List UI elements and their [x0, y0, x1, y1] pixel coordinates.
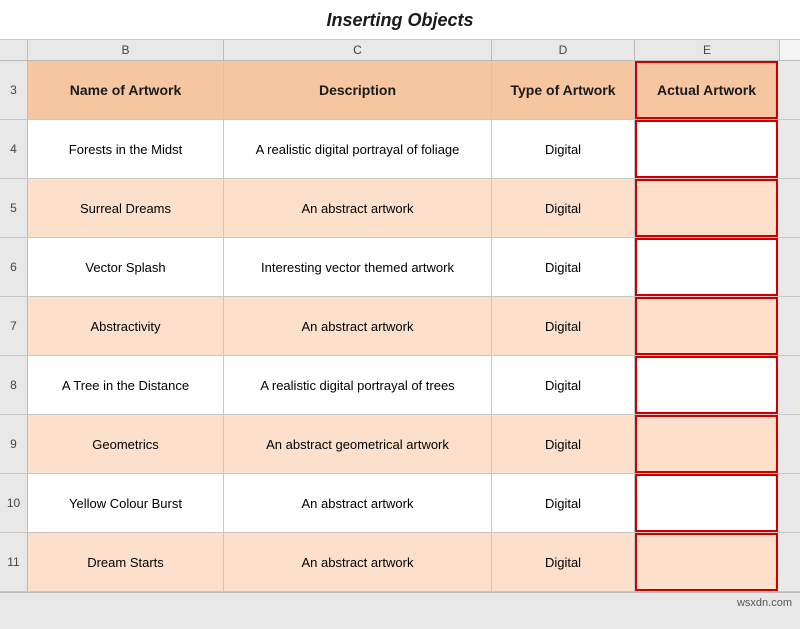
bottom-bar: wsxdn.com [0, 592, 800, 612]
cell-artwork-11 [635, 533, 778, 591]
cell-type-11: Digital [492, 533, 635, 591]
cell-description-10: An abstract artwork [224, 474, 492, 532]
row-num-3: 3 [0, 61, 28, 119]
cell-name-11: Dream Starts [28, 533, 224, 591]
cell-artwork-7 [635, 297, 778, 355]
cell-description-4: A realistic digital portrayal of foliage [224, 120, 492, 178]
cell-name-9: Geometrics [28, 415, 224, 473]
header-name-text: Name of Artwork [70, 82, 182, 98]
row-num-6: 6 [0, 238, 28, 296]
cell-description-9: An abstract geometrical artwork [224, 415, 492, 473]
row-num-7: 7 [0, 297, 28, 355]
cell-type-10: Digital [492, 474, 635, 532]
cell-description-5: An abstract artwork [224, 179, 492, 237]
table-row: 10 Yellow Colour Burst An abstract artwo… [0, 474, 800, 533]
col-header-d: D [492, 40, 635, 60]
title-text: Inserting Objects [326, 10, 473, 30]
col-header-c: C [224, 40, 492, 60]
row-num-10: 10 [0, 474, 28, 532]
row-num-9: 9 [0, 415, 28, 473]
cell-description-7: An abstract artwork [224, 297, 492, 355]
header-artwork-cell: Actual Artwork [635, 61, 778, 119]
cell-type-6: Digital [492, 238, 635, 296]
cell-artwork-9 [635, 415, 778, 473]
watermark-text: wsxdn.com [737, 597, 792, 609]
table-row: 4 Forests in the Midst A realistic digit… [0, 120, 800, 179]
header-type-text: Type of Artwork [510, 82, 615, 98]
data-rows: 4 Forests in the Midst A realistic digit… [0, 120, 800, 592]
cell-description-11: An abstract artwork [224, 533, 492, 591]
cell-name-4: Forests in the Midst [28, 120, 224, 178]
cell-name-7: Abstractivity [28, 297, 224, 355]
row-num-5: 5 [0, 179, 28, 237]
header-description-cell: Description [224, 61, 492, 119]
table-row: 5 Surreal Dreams An abstract artwork Dig… [0, 179, 800, 238]
corner-cell [0, 40, 28, 60]
header-artwork-text: Actual Artwork [657, 82, 756, 98]
cell-description-6: Interesting vector themed artwork [224, 238, 492, 296]
header-row: 3 Name of Artwork Description Type of Ar… [0, 61, 800, 120]
cell-type-7: Digital [492, 297, 635, 355]
cell-artwork-10 [635, 474, 778, 532]
row-num-8: 8 [0, 356, 28, 414]
table-row: 8 A Tree in the Distance A realistic dig… [0, 356, 800, 415]
row-num-4: 4 [0, 120, 28, 178]
cell-type-9: Digital [492, 415, 635, 473]
cell-artwork-8 [635, 356, 778, 414]
table-row: 6 Vector Splash Interesting vector theme… [0, 238, 800, 297]
cell-description-8: A realistic digital portrayal of trees [224, 356, 492, 414]
spreadsheet: Inserting Objects B C D E 3 Name of Artw… [0, 0, 800, 629]
cell-type-8: Digital [492, 356, 635, 414]
table-row: 11 Dream Starts An abstract artwork Digi… [0, 533, 800, 592]
table-row: 7 Abstractivity An abstract artwork Digi… [0, 297, 800, 356]
cell-name-10: Yellow Colour Burst [28, 474, 224, 532]
col-header-b: B [28, 40, 224, 60]
column-headers-row: B C D E [0, 40, 800, 61]
cell-artwork-5 [635, 179, 778, 237]
cell-type-4: Digital [492, 120, 635, 178]
cell-name-8: A Tree in the Distance [28, 356, 224, 414]
table-row: 9 Geometrics An abstract geometrical art… [0, 415, 800, 474]
cell-type-5: Digital [492, 179, 635, 237]
cell-name-5: Surreal Dreams [28, 179, 224, 237]
cell-artwork-6 [635, 238, 778, 296]
spreadsheet-title: Inserting Objects [0, 0, 800, 40]
header-type-cell: Type of Artwork [492, 61, 635, 119]
row-num-11: 11 [0, 533, 28, 591]
cell-name-6: Vector Splash [28, 238, 224, 296]
col-header-e: E [635, 40, 780, 60]
header-description-text: Description [319, 82, 396, 98]
cell-artwork-4 [635, 120, 778, 178]
header-name-cell: Name of Artwork [28, 61, 224, 119]
